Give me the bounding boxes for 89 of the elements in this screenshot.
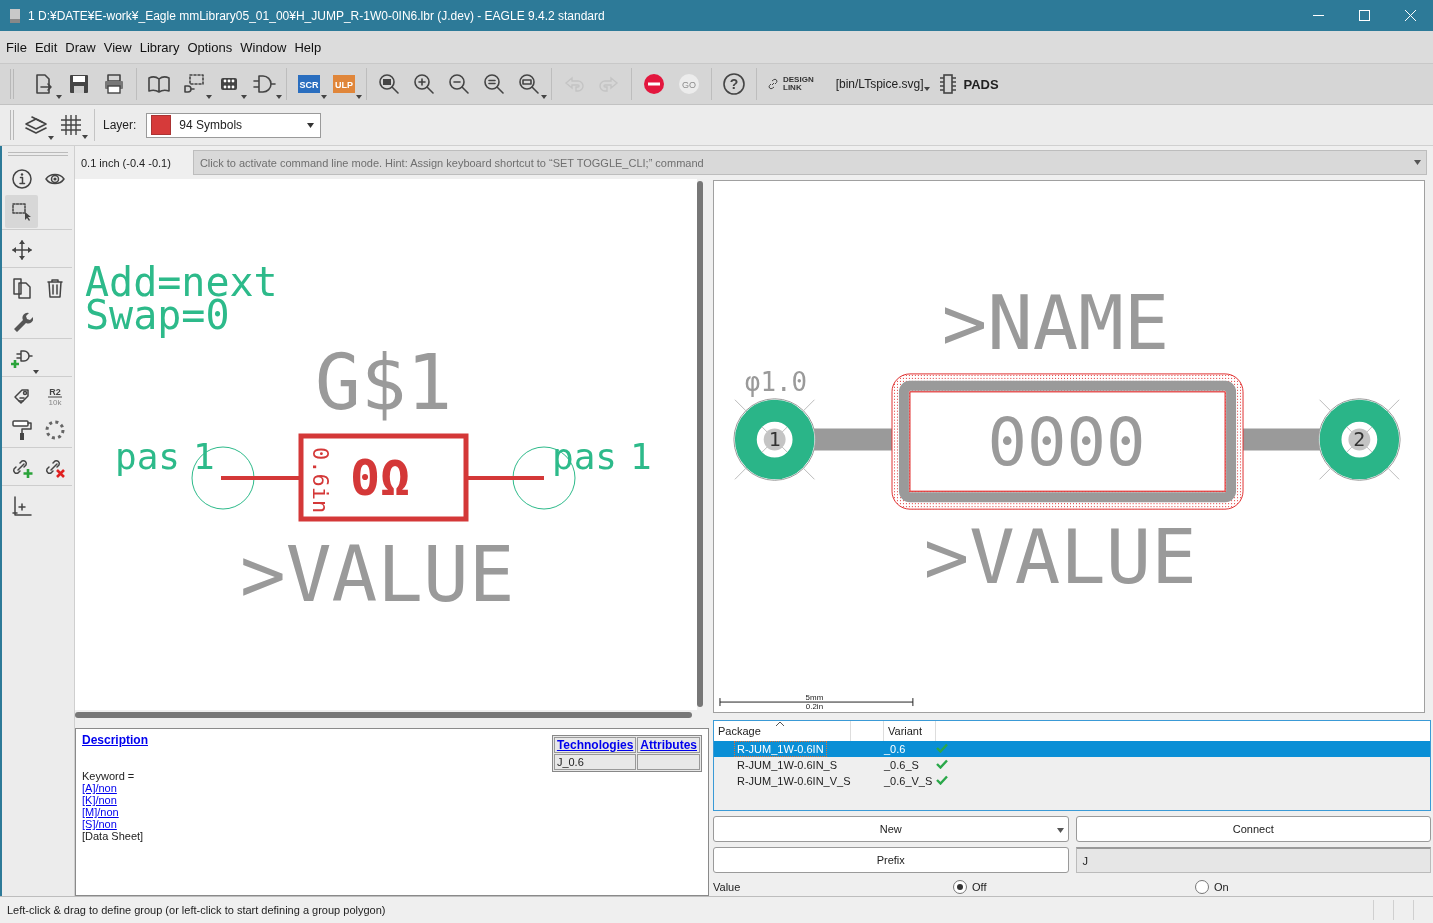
value-label: >VALUE	[923, 512, 1197, 601]
menu-item[interactable]: Window	[236, 39, 291, 55]
zoom-out-icon[interactable]	[447, 72, 471, 96]
keyword-link[interactable]: [M]/non	[82, 806, 119, 818]
body-text: 0000	[987, 404, 1146, 481]
grid-icon[interactable]	[60, 114, 82, 136]
stop-icon[interactable]	[642, 72, 666, 96]
menu-item[interactable]: Options	[183, 39, 237, 55]
scale-label: 0.2in	[805, 702, 824, 711]
name-label: >NAME	[941, 279, 1170, 368]
window-title: 1 D:¥DATE¥E-work¥_Eagle mmLibrary05_01_00¥H_JUMP_R-1W0-0IN6.lbr (J.dev) - EAGLE 9.4.2 standard	[28, 8, 605, 23]
caret-icon[interactable]	[206, 95, 212, 99]
menu-item[interactable]: Draw	[61, 39, 100, 55]
keyword-label: Keyword =	[82, 770, 136, 782]
maximize-icon[interactable]	[1358, 10, 1370, 21]
caret-icon[interactable]	[307, 122, 315, 128]
package-icon[interactable]	[182, 72, 206, 96]
menu-item[interactable]: Library	[135, 39, 184, 55]
keyword-link[interactable]: [S]/non	[82, 818, 117, 830]
value-label: Value	[713, 880, 742, 893]
pad-drawing: 2	[1318, 398, 1401, 481]
drill-label: φ1.0	[744, 366, 808, 397]
radio-label[interactable]: Off	[972, 880, 987, 893]
radio-button[interactable]	[953, 879, 967, 894]
caret-icon[interactable]	[276, 95, 282, 99]
keyword-link[interactable]: [K]/non	[82, 794, 117, 806]
caret-icon[interactable]	[32, 369, 39, 374]
menu-item[interactable]: File	[2, 39, 31, 55]
layers-icon[interactable]	[24, 113, 48, 137]
save-icon[interactable]	[67, 72, 91, 96]
command-line-field[interactable]: Click to activate command line mode. Hint: Assign keyboard shortcut to “SET TOGGLE_CLI;” command	[192, 150, 1427, 175]
caret-icon[interactable]	[48, 136, 54, 140]
menu-item[interactable]: Help	[290, 39, 326, 55]
chip-icon[interactable]	[939, 74, 956, 94]
zoom-fit-icon[interactable]	[377, 72, 401, 96]
symbol-value: 0Ω	[350, 449, 411, 507]
description-link[interactable]: Description	[82, 733, 148, 747]
caret-icon[interactable]	[923, 87, 930, 91]
script-icon[interactable]: SCR	[297, 72, 321, 96]
name-label: G$1	[315, 338, 453, 427]
caret-icon[interactable]	[356, 95, 362, 99]
connect-button[interactable]: Connect	[1075, 816, 1431, 842]
keyword-link[interactable]: [A]/non	[82, 782, 117, 794]
layer-dropdown[interactable]: 94 Symbols	[146, 112, 322, 138]
menu-item[interactable]: View	[99, 39, 136, 55]
table-cell: J_0.6	[553, 754, 637, 770]
menu-item[interactable]: Edit	[30, 39, 62, 55]
zoom-icon[interactable]	[482, 72, 506, 96]
pin-name: pas	[115, 436, 181, 477]
pads-label[interactable]: PADS	[963, 76, 999, 92]
sort-caret-icon[interactable]	[776, 721, 784, 726]
help-icon[interactable]: ?	[722, 72, 746, 96]
close-icon[interactable]	[1404, 10, 1416, 21]
link-icon[interactable]	[767, 78, 779, 90]
value-label: >VALUE	[240, 530, 515, 619]
caret-icon[interactable]	[241, 95, 247, 99]
caret-icon[interactable]	[541, 95, 547, 99]
zoom-window-icon[interactable]	[517, 72, 541, 96]
new-button[interactable]: New	[713, 816, 1069, 842]
package-row[interactable]: R-JUM_1W-0.6IN_S _0.6_S	[714, 757, 1430, 773]
length-label: 0.6in	[308, 447, 333, 514]
zoom-in-icon[interactable]	[412, 72, 436, 96]
layer-label: Layer:	[103, 118, 137, 132]
column-link[interactable]: Technologies	[556, 738, 634, 752]
design-link-label[interactable]: DESIGN LINK	[783, 76, 814, 92]
datasheet-label: [Data Sheet]	[82, 830, 145, 842]
caret-icon[interactable]	[82, 135, 88, 139]
column-link[interactable]: Attributes	[640, 738, 697, 752]
package-row[interactable]: R-JUM_1W-0.6IN_V_S _0.6_V_S	[714, 773, 1430, 789]
coordinate-readout: 0.1 inch (-0.4 -0.1)	[81, 156, 171, 169]
caret-icon[interactable]	[321, 95, 327, 99]
ulp-path-button[interactable]: [bin/LTspice.svg]	[835, 77, 924, 91]
gate-icon[interactable]	[252, 72, 276, 96]
scrollbar[interactable]	[697, 181, 703, 707]
pad-drawing: 1	[733, 398, 816, 481]
caret-icon[interactable]	[1056, 828, 1064, 833]
package-row[interactable]: R-JUM_1W-0.6IN _0.6	[714, 741, 1430, 757]
pin-number: 1	[630, 436, 652, 477]
scale-label: 5mm	[805, 693, 824, 703]
prefix-button[interactable]: Prefix	[713, 847, 1069, 873]
scrollbar[interactable]	[75, 712, 692, 718]
prefix-field[interactable]: J	[1075, 847, 1431, 873]
print-icon[interactable]	[102, 72, 126, 96]
app-icon	[10, 8, 20, 23]
status-text: Left-click & drag to define group (or left-click to start defining a group polygon)	[7, 904, 387, 916]
caret-icon[interactable]	[1414, 160, 1421, 165]
caret-icon[interactable]	[56, 95, 62, 99]
radio-button[interactable]	[1195, 879, 1209, 894]
radio-label[interactable]: On	[1214, 880, 1229, 893]
